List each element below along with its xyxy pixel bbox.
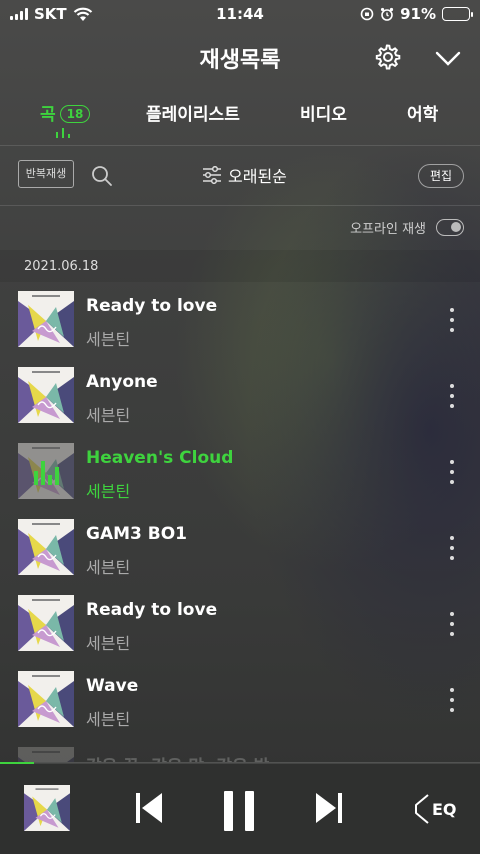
album-art (18, 519, 74, 575)
list-toolbar: 반복재생 오래된순 편집 (0, 148, 480, 206)
song-artist: 세븐틴 (86, 558, 131, 577)
song-row-now-playing[interactable]: Heaven's Cloud 세븐틴 (0, 434, 480, 510)
album-art (18, 291, 74, 347)
sliders-icon (203, 166, 221, 184)
more-options-icon[interactable] (448, 612, 456, 636)
eq-button[interactable]: EQ (412, 793, 457, 825)
battery-icon (442, 7, 473, 21)
album-art (18, 671, 74, 727)
more-options-icon[interactable] (448, 384, 456, 408)
now-playing-eq-icon (18, 443, 74, 499)
tab-songs-label: 곡 (40, 105, 56, 125)
song-title: Wave (86, 676, 139, 696)
tab-videos[interactable]: 비디오 (300, 100, 347, 125)
previous-track-icon[interactable] (134, 791, 164, 825)
song-row[interactable]: Anyone 세븐틴 (0, 358, 480, 434)
gear-icon[interactable] (372, 42, 402, 72)
song-row[interactable]: Ready to love 세븐틴 (0, 282, 480, 358)
song-title: GAM3 BO1 (86, 524, 188, 544)
header: 재생목록 (0, 30, 480, 86)
search-icon[interactable] (90, 164, 114, 188)
rotation-lock-icon (360, 7, 374, 21)
more-options-icon[interactable] (448, 308, 456, 332)
album-art (18, 595, 74, 651)
song-artist: 세븐틴 (86, 330, 131, 349)
song-row[interactable]: Wave 세븐틴 (0, 662, 480, 738)
playback-progress-bar[interactable] (0, 762, 480, 764)
offline-play-row: 오프라인 재생 (350, 218, 464, 237)
song-title: Heaven's Cloud (86, 448, 234, 468)
song-artist: 세븐틴 (86, 634, 131, 653)
edit-button[interactable]: 편집 (418, 164, 464, 188)
album-art (18, 367, 74, 423)
status-bar: SKT 11:44 91% (0, 0, 480, 28)
date-header: 2021.06.18 (0, 250, 480, 282)
offline-toggle[interactable] (436, 219, 464, 236)
eq-label: EQ (432, 799, 457, 819)
more-options-icon[interactable] (448, 460, 456, 484)
offline-label: 오프라인 재생 (350, 222, 426, 237)
speaker-icon (415, 794, 429, 824)
more-options-icon[interactable] (448, 536, 456, 560)
song-title: Ready to love (86, 600, 218, 620)
more-options-icon[interactable] (448, 688, 456, 712)
song-row[interactable]: GAM3 BO1 세븐틴 (0, 510, 480, 586)
album-art (18, 443, 74, 499)
song-count-badge: 18 (59, 105, 91, 123)
song-artist: 세븐틴 (86, 406, 131, 425)
mini-player: EQ (0, 762, 480, 854)
page-title: 재생목록 (199, 48, 281, 73)
next-track-icon[interactable] (314, 791, 344, 825)
song-artist: 세븐틴 (86, 482, 131, 501)
battery-percent: 91% (400, 5, 436, 23)
tab-playlists[interactable]: 플레이리스트 (146, 100, 240, 125)
alarm-icon (380, 7, 394, 21)
tab-songs[interactable]: 곡 18 (40, 100, 91, 125)
sort-button[interactable]: 오래된순 (202, 163, 287, 187)
song-title: Ready to love (86, 296, 218, 316)
song-artist: 세븐틴 (86, 710, 131, 729)
now-playing-album-art[interactable] (24, 785, 70, 831)
tab-bar: 곡 18 플레이리스트 비디오 어학 (0, 90, 480, 146)
chevron-down-icon[interactable] (434, 46, 462, 70)
repeat-button[interactable]: 반복재생 (18, 160, 74, 188)
tab-indicator-eq-icon (56, 128, 70, 138)
pause-icon[interactable] (222, 791, 256, 831)
song-row[interactable]: Ready to love 세븐틴 (0, 586, 480, 662)
tab-language[interactable]: 어학 (407, 100, 438, 125)
song-title: Anyone (86, 372, 158, 392)
sort-label: 오래된순 (228, 167, 287, 186)
